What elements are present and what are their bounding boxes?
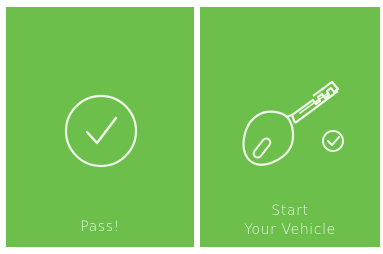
- start-caption-line2: Your Vehicle: [244, 222, 336, 238]
- check-circle-icon: [64, 94, 138, 168]
- pass-caption: Pass!: [80, 219, 120, 235]
- pass-screen: Pass!: [6, 7, 194, 247]
- start-vehicle-screen: Start Your Vehicle: [200, 7, 380, 247]
- start-caption-line1: Start: [271, 203, 309, 219]
